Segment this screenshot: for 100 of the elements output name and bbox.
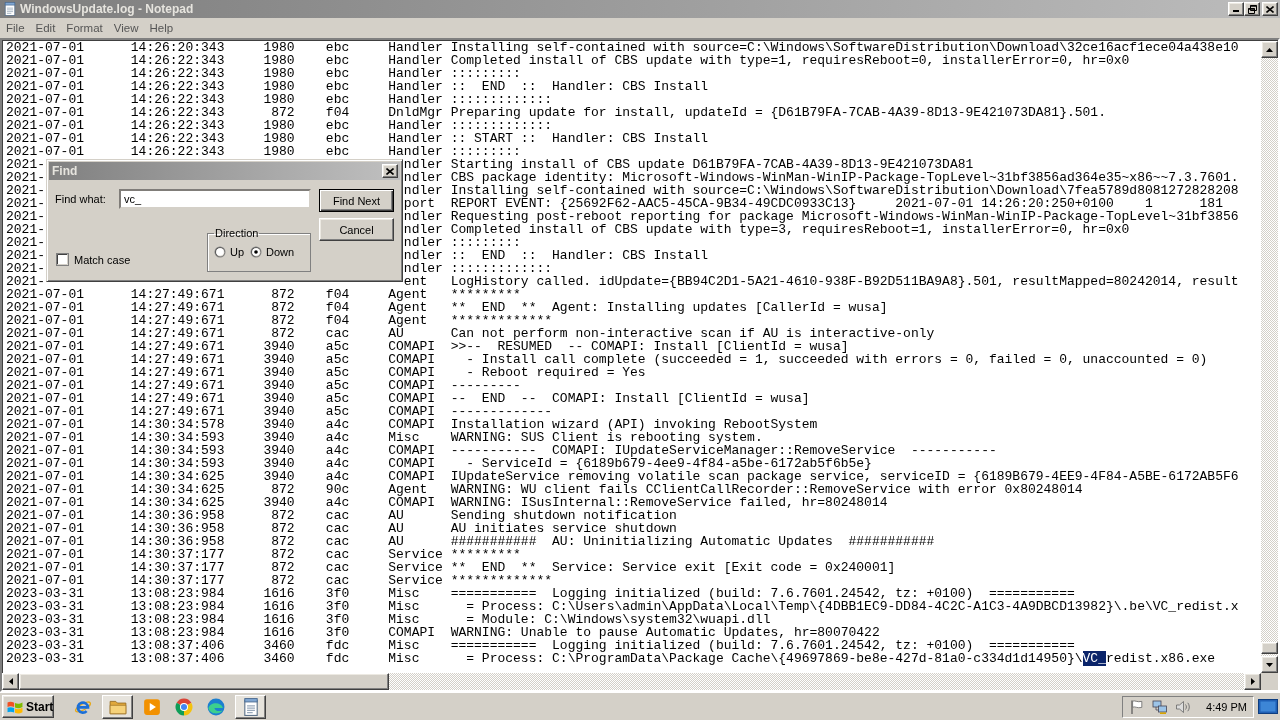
log-component: COMAPI [388,353,436,366]
right-arrow-icon [1250,678,1255,685]
start-button[interactable]: Start [2,695,54,718]
thread-id: cac [325,535,350,548]
log-time: 13:08:23:984 [130,613,225,626]
minimize-button[interactable] [1228,2,1244,16]
radio-label[interactable]: Down [266,245,295,258]
thread-id: ebc [325,93,350,106]
log-component: Misc [388,652,420,665]
menu-item[interactable]: Help [144,20,179,36]
log-component: COMAPI [388,626,436,639]
log-date: 2021-07-01 [6,444,84,457]
notepad-icon [3,2,17,16]
log-date: 2021-07-01 [6,574,84,587]
close-button[interactable] [382,164,398,178]
checkbox[interactable] [56,253,69,266]
scroll-right-button[interactable] [1244,673,1261,690]
log-date: 2021- [6,236,45,249]
process-id: 1980 [263,132,295,145]
log-time: 14:27:49:671 [130,405,225,418]
log-message: ########### AU: Uninitializing Automatic Updates ########### [450,535,935,548]
log-date: 2021-07-01 [6,522,84,535]
menu-item[interactable]: Format [61,20,108,36]
log-date: 2021-07-01 [6,340,84,353]
log-time: 14:26:22:343 [130,106,225,119]
show-desktop-button[interactable] [1258,698,1278,715]
log-time: 14:30:37:177 [130,574,225,587]
radio-button[interactable] [214,245,226,258]
menu-item[interactable]: View [108,20,144,36]
log-component: ent [403,275,428,288]
cancel-button[interactable]: Cancel [319,218,394,241]
thread-id: fdc [325,639,350,652]
menu-item[interactable]: Edit [30,20,61,36]
down-arrow-icon [1266,662,1273,667]
log-time: 13:08:23:984 [130,587,225,600]
log-time: 14:26:22:343 [130,54,225,67]
log-message: ::::::::::::: [450,262,553,275]
radio-button[interactable] [250,245,263,258]
log-date: 2021-07-01 [6,314,84,327]
log-component: Misc [388,613,420,626]
process-id: 3940 [263,444,295,457]
process-id: 872 [271,548,295,561]
log-message: REPORT EVENT: {25692F62-AAC5-45CA-9B34-49CDC0933C13} 2021-07-01 14:26:20:250+0100 1 181 [450,197,1223,210]
log-message: - Reboot required = Yes [465,366,646,379]
log-component: COMAPI [388,366,436,379]
log-component: ndler [403,210,443,223]
log-message: Completed install of CBS update with type=1, requiresReboot=0, installerError=0, hr=0x0 [450,54,1130,67]
thread-id: a5c [325,366,350,379]
process-id: 872 [271,106,295,119]
log-date: 2021- [6,262,45,275]
log-date: 2021-07-01 [6,301,84,314]
log-component: COMAPI [388,405,436,418]
find-what-field[interactable]: vc_ [119,189,311,209]
log-date: 2023-03-31 [6,652,84,665]
thread-id: cac [325,548,350,561]
scroll-up-button[interactable] [1261,41,1278,58]
process-id: 1980 [263,67,295,80]
up-arrow-icon [1266,47,1273,52]
thread-id: a5c [325,353,350,366]
monitor-icon [1258,698,1278,715]
process-id: 1616 [263,613,295,626]
log-date: 2021- [6,184,45,197]
scrollbar-thumb[interactable] [19,673,389,690]
close-button[interactable] [1262,2,1278,16]
log-message: ** END ** Agent: Installing updates [CallerId = wusa] [450,301,888,314]
find-next-button[interactable]: Find Next [319,189,394,212]
log-component: Handler [388,41,443,54]
log-time: 13:08:23:984 [130,626,225,639]
log-time: 14:30:34:625 [130,470,225,483]
scrollbar-thumb[interactable] [1261,642,1278,654]
process-id: 1980 [263,80,295,93]
process-id: 872 [271,483,295,496]
log-date: 2021-07-01 [6,509,84,522]
log-time: 14:30:34:593 [130,431,225,444]
log-date: 2021- [6,275,45,288]
scroll-down-button[interactable] [1261,656,1278,673]
log-component: Service [388,574,443,587]
checkbox-label[interactable]: Match case [74,253,131,266]
log-date: 2021-07-01 [6,431,84,444]
taskbar-button[interactable] [235,694,266,719]
log-message: Preparing update for install, updateId = {D61B79FA-7CAB-4A39-8D13-9E421073DA81}.501. [450,106,1106,119]
segmented-circle-icon [175,697,193,716]
log-message: WARNING: WU client fails CClientCallRecorder::RemoveService with error 0x80248014 [450,483,1083,496]
taskbar-button[interactable] [102,694,133,719]
radio-label[interactable]: Up [230,245,245,258]
group-label: Direction [214,227,260,239]
process-id: 1980 [263,93,295,106]
scroll-left-button[interactable] [2,673,19,690]
menu-item[interactable]: File [1,20,30,36]
thread-id: a5c [325,379,350,392]
log-time: 14:30:34:593 [130,457,225,470]
log-date: 2021-07-01 [6,561,84,574]
process-id: 872 [271,509,295,522]
log-time: 14:26:22:343 [130,93,225,106]
thread-id: f04 [325,314,350,327]
log-time: 13:08:23:984 [130,600,225,613]
restore-button[interactable] [1244,2,1260,16]
process-id: 1980 [263,119,295,132]
text-editor[interactable] [2,40,1261,673]
log-date: 2021- [6,158,45,171]
